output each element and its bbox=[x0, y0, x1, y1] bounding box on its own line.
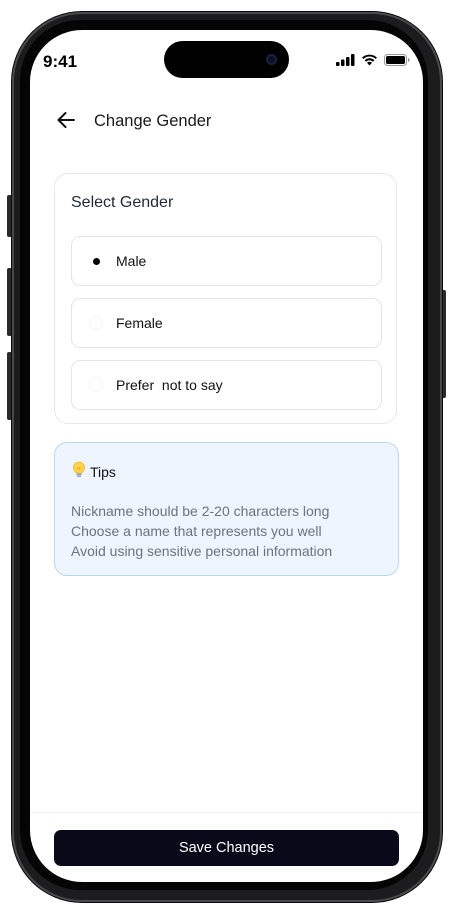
option-label: Prefer not to say bbox=[116, 377, 223, 393]
dynamic-island bbox=[164, 41, 289, 78]
screen: 9:41 Change Gender Select Gender Male Fe… bbox=[30, 30, 423, 882]
status-icons bbox=[336, 54, 410, 66]
status-time: 9:41 bbox=[43, 52, 78, 71]
radio-selected-icon bbox=[89, 254, 103, 268]
wifi-icon bbox=[361, 54, 378, 66]
option-prefer-not-to-say[interactable]: Prefer not to say bbox=[71, 360, 382, 410]
tip-text: Choose a name that represents you well bbox=[71, 523, 322, 539]
save-changes-button[interactable]: Save Changes bbox=[54, 830, 399, 866]
page-title: Change Gender bbox=[94, 112, 212, 130]
battery-icon bbox=[384, 54, 410, 66]
option-male[interactable]: Male bbox=[71, 236, 382, 286]
footer-divider bbox=[30, 812, 423, 813]
option-female[interactable]: Female bbox=[71, 298, 382, 348]
tips-panel: Tips Nickname should be 2-20 characters … bbox=[54, 442, 399, 576]
lightbulb-icon bbox=[72, 461, 86, 483]
cellular-signal-icon bbox=[336, 54, 355, 66]
tips-title: Tips bbox=[90, 464, 116, 480]
tip-text: Avoid using sensitive personal informati… bbox=[71, 543, 333, 559]
arrow-left-icon bbox=[56, 111, 76, 134]
gender-card: Select Gender Male Female Prefer not to … bbox=[54, 173, 397, 424]
radio-unselected-icon bbox=[89, 378, 103, 392]
header: Change Gender bbox=[30, 102, 423, 142]
option-label: Male bbox=[116, 253, 147, 269]
tips-list: Nickname should be 2-20 characters long … bbox=[71, 501, 332, 561]
camera-icon bbox=[266, 54, 277, 65]
back-button[interactable] bbox=[52, 108, 80, 136]
card-title: Select Gender bbox=[71, 194, 174, 211]
tips-header: Tips bbox=[72, 461, 116, 483]
radio-unselected-icon bbox=[89, 316, 103, 330]
option-label: Female bbox=[116, 315, 163, 331]
tip-text: Nickname should be 2-20 characters long bbox=[71, 503, 330, 519]
